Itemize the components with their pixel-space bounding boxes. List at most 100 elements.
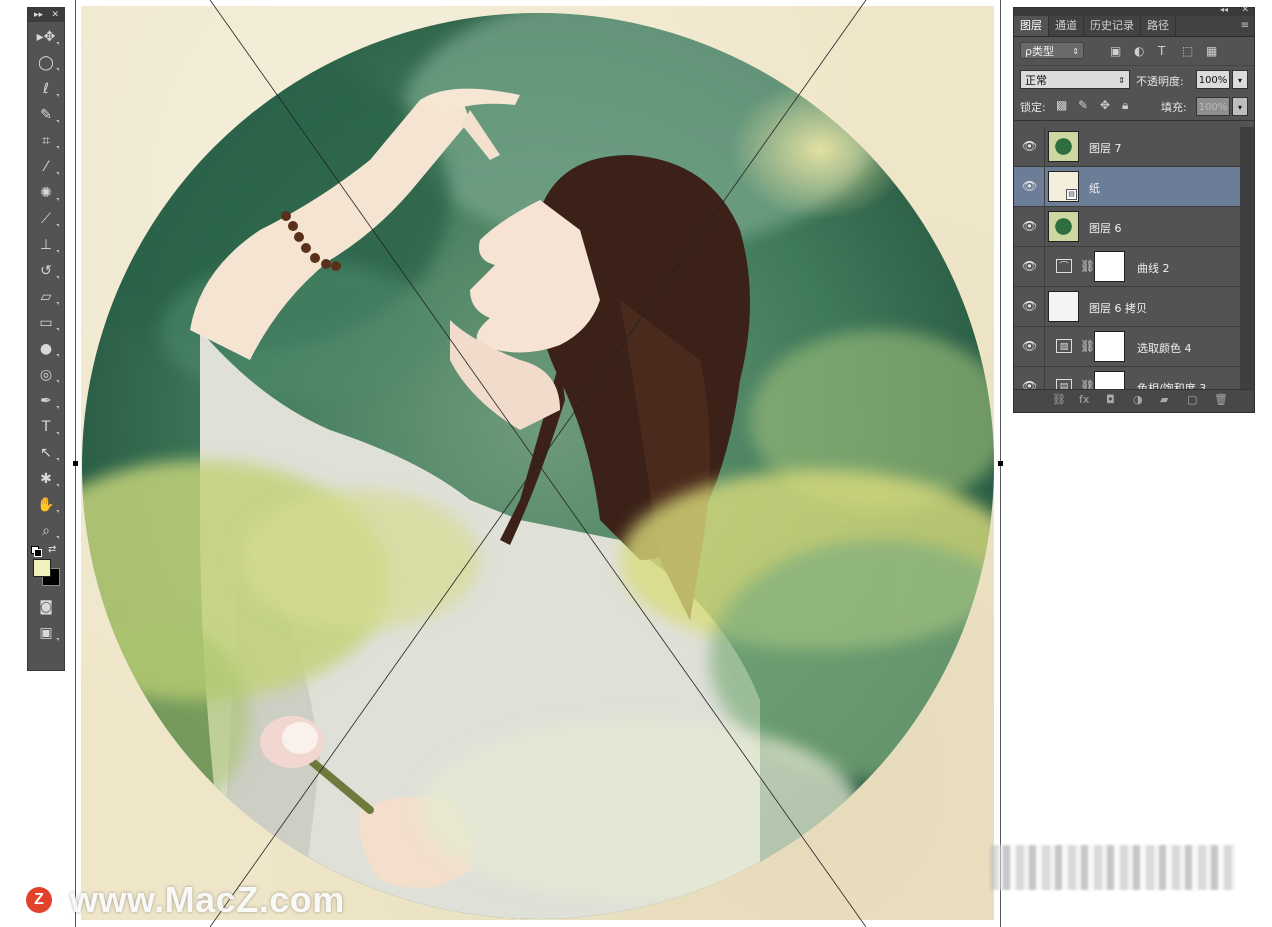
- close-icon[interactable]: ✕: [51, 8, 59, 22]
- layer-row[interactable]: 👁︎ 图层 6 拷贝: [1014, 287, 1240, 327]
- layer-row[interactable]: 👁︎ 图层 7: [1014, 127, 1240, 167]
- visibility-eye-icon[interactable]: 👁︎: [1022, 259, 1037, 273]
- layer-name[interactable]: 曲线 2: [1137, 260, 1170, 276]
- adjustment-layer-icon: ⌒: [1056, 259, 1072, 273]
- visibility-eye-icon[interactable]: 👁︎: [1022, 339, 1037, 353]
- layer-mask-thumbnail[interactable]: [1094, 251, 1125, 282]
- panel-tabs: 图层 通道 历史记录 路径 ≡: [1014, 16, 1254, 37]
- layer-name[interactable]: 纸: [1089, 180, 1100, 196]
- layer-row[interactable]: 👁︎ 图层 6: [1014, 207, 1240, 247]
- custom-shape-tool-icon[interactable]: ✱: [33, 468, 59, 490]
- mask-link-icon[interactable]: ⛓: [1080, 259, 1095, 273]
- layer-mask-thumbnail[interactable]: [1094, 371, 1125, 389]
- type-tool-icon[interactable]: T: [33, 416, 59, 438]
- opacity-input[interactable]: 100%: [1196, 70, 1230, 89]
- blur-tool-icon[interactable]: ●: [33, 338, 59, 360]
- macz-logo: Z: [22, 883, 56, 917]
- layer-name[interactable]: 图层 6 拷贝: [1089, 300, 1147, 316]
- fill-slider-button[interactable]: ▾: [1232, 97, 1248, 116]
- blend-mode-label: 正常: [1025, 74, 1047, 87]
- screen-mode-icon[interactable]: ▣: [33, 622, 59, 644]
- tab-通道[interactable]: 通道: [1049, 16, 1084, 36]
- lock-position-icon[interactable]: ✥: [1100, 98, 1110, 112]
- layer-name[interactable]: 选取颜色 4: [1137, 340, 1192, 356]
- layer-thumbnail[interactable]: [1048, 291, 1079, 322]
- collapse-icon[interactable]: ▸▸: [34, 8, 43, 22]
- quick-selection-tool-icon[interactable]: ✎: [33, 104, 59, 126]
- visibility-eye-icon[interactable]: 👁︎: [1022, 379, 1037, 389]
- delete-layer-icon[interactable]: 🗑: [1214, 393, 1228, 406]
- transform-handle-right[interactable]: [998, 461, 1003, 466]
- dodge-tool-icon[interactable]: ◎: [33, 364, 59, 386]
- move-tool-icon[interactable]: ▸✥: [33, 26, 59, 48]
- layer-row[interactable]: 👁︎ ▨ ⛓ 选取颜色 4: [1014, 327, 1240, 367]
- visibility-eye-icon[interactable]: 👁︎: [1022, 139, 1037, 153]
- transform-handle-left[interactable]: [73, 461, 78, 466]
- opacity-slider-button[interactable]: ▾: [1232, 70, 1248, 89]
- chevron-down-icon: ⇕: [1118, 76, 1125, 85]
- close-icon[interactable]: ✕: [1241, 5, 1249, 15]
- smart-object-filter-icon[interactable]: ▦: [1206, 44, 1217, 58]
- visibility-eye-icon[interactable]: 👁︎: [1022, 219, 1037, 233]
- chevron-down-icon: ⇕: [1072, 47, 1079, 56]
- blend-mode-select[interactable]: 正常 ⇕: [1020, 70, 1130, 89]
- mask-link-icon[interactable]: ⛓: [1080, 379, 1095, 389]
- layer-name[interactable]: 图层 7: [1089, 140, 1122, 156]
- clone-stamp-tool-icon[interactable]: ⊥: [33, 234, 59, 256]
- crop-tool-icon[interactable]: ⌗: [33, 130, 59, 152]
- visibility-eye-icon[interactable]: 👁︎: [1022, 299, 1037, 313]
- history-brush-tool-icon[interactable]: ↺: [33, 260, 59, 282]
- layer-thumbnail[interactable]: ▤: [1048, 171, 1079, 202]
- layer-name[interactable]: 图层 6: [1089, 220, 1122, 236]
- elliptical-marquee-tool-icon[interactable]: ◯: [33, 52, 59, 74]
- layers-panel: ◂◂ ✕ 图层 通道 历史记录 路径 ≡ ρ类型 ⇕ ▣ ◐ T ⬚ ▦ 正常 ⇕ 不透明度: 10…: [1013, 5, 1255, 413]
- layers-scrollbar[interactable]: [1240, 127, 1254, 389]
- zoom-tool-icon[interactable]: ⌕: [33, 520, 59, 542]
- swap-colors-icon[interactable]: ⇄: [48, 544, 56, 555]
- lock-all-icon[interactable]: 🔒︎: [1122, 98, 1128, 113]
- eyedropper-tool-icon[interactable]: ⁄: [33, 156, 59, 178]
- type-filter-icon[interactable]: T: [1158, 44, 1165, 58]
- tab-图层[interactable]: 图层: [1014, 16, 1049, 36]
- brush-tool-icon[interactable]: ⟋: [33, 208, 59, 230]
- layer-name[interactable]: 色相/饱和度 3: [1137, 380, 1206, 389]
- logo-letter: Z: [26, 887, 52, 913]
- layer-row[interactable]: 👁︎ ▤ ⛓ 色相/饱和度 3: [1014, 367, 1240, 389]
- layer-mask-thumbnail[interactable]: [1094, 331, 1125, 362]
- foreground-color-swatch[interactable]: [33, 559, 51, 577]
- pen-tool-icon[interactable]: ✒: [33, 390, 59, 412]
- new-group-icon[interactable]: ▰: [1160, 393, 1168, 406]
- lasso-tool-icon[interactable]: ℓ: [33, 78, 59, 100]
- shape-filter-icon[interactable]: ⬚: [1182, 44, 1193, 58]
- fill-input[interactable]: 100%: [1196, 97, 1230, 116]
- layer-style-icon[interactable]: fx: [1079, 393, 1089, 406]
- layer-row[interactable]: 👁︎ ⌒ ⛓ 曲线 2: [1014, 247, 1240, 287]
- hand-tool-icon[interactable]: ✋: [33, 494, 59, 516]
- quick-mask-icon[interactable]: ◙: [33, 596, 59, 618]
- filter-kind-select[interactable]: ρ类型 ⇕: [1020, 42, 1084, 59]
- circular-photo: [82, 13, 994, 919]
- lock-image-icon[interactable]: ✎: [1078, 98, 1088, 112]
- layer-row[interactable]: 👁︎ ▤ 纸: [1014, 167, 1240, 207]
- tab-路径[interactable]: 路径: [1141, 16, 1176, 36]
- tools-panel: ▸▸ ✕ ▸✥ ◯ ℓ ✎ ⌗ ⁄ ✺ ⟋ ⊥ ↺ ▱ ▭ ● ◎ ✒ T ↖ ✱ ✋ ⌕ ⇄ ◙ ▣: [27, 7, 65, 671]
- add-mask-icon[interactable]: ◘: [1106, 393, 1115, 406]
- pixel-filter-icon[interactable]: ▣: [1110, 44, 1121, 58]
- layer-thumbnail[interactable]: [1048, 131, 1079, 162]
- visibility-eye-icon[interactable]: 👁︎: [1022, 179, 1037, 193]
- path-selection-tool-icon[interactable]: ↖: [33, 442, 59, 464]
- tab-历史记录[interactable]: 历史记录: [1084, 16, 1141, 36]
- lock-transparent-icon[interactable]: ▩: [1056, 98, 1067, 112]
- layer-thumbnail[interactable]: [1048, 211, 1079, 242]
- spot-healing-brush-icon[interactable]: ✺: [33, 182, 59, 204]
- adjustment-filter-icon[interactable]: ◐: [1134, 44, 1144, 58]
- collapse-icon[interactable]: ◂◂: [1220, 5, 1228, 14]
- new-adjustment-icon[interactable]: ◑: [1133, 393, 1143, 406]
- link-layers-icon[interactable]: ⛓: [1052, 393, 1066, 406]
- default-colors-icon[interactable]: [31, 546, 42, 557]
- gradient-tool-icon[interactable]: ▭: [33, 312, 59, 334]
- new-layer-icon[interactable]: ▢: [1187, 393, 1197, 406]
- eraser-tool-icon[interactable]: ▱: [33, 286, 59, 308]
- panel-menu-icon[interactable]: ≡: [1241, 16, 1254, 36]
- mask-link-icon[interactable]: ⛓: [1080, 339, 1095, 353]
